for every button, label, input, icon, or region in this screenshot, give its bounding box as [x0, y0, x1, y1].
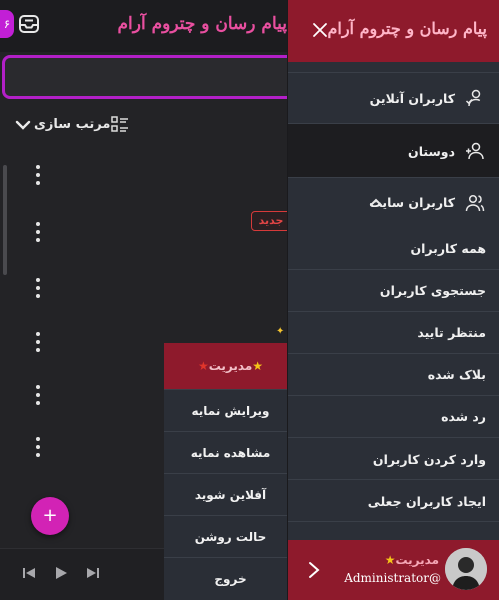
- menu-item-label: مدیریت: [208, 359, 253, 373]
- nav-label: ایجاد کاربران جعلی: [367, 494, 486, 509]
- avatar[interactable]: [445, 548, 487, 590]
- navigation-drawer: پیام رسان و چتروم آرام کاربران آنلاین دو…: [287, 0, 499, 600]
- user-check-icon: [465, 89, 481, 107]
- nav-subitem-import-users[interactable]: وارد کردن کاربران: [288, 438, 499, 480]
- context-menu: ★مدیریت★ ویرایش نمایه مشاهده نمایه آفلای…: [164, 343, 297, 600]
- chevron-down-icon[interactable]: [14, 116, 32, 134]
- nav-subitem-fake-users[interactable]: ایجاد کاربران جعلی: [288, 480, 499, 522]
- nav-label: رد شده: [441, 409, 486, 424]
- nav-label: دوستان: [408, 144, 455, 159]
- add-button[interactable]: +: [31, 497, 69, 535]
- more-vertical-icon[interactable]: [35, 222, 41, 244]
- more-vertical-icon[interactable]: [35, 278, 41, 300]
- play-icon[interactable]: [54, 566, 68, 580]
- star-icon: ★: [252, 359, 264, 373]
- nav-subitem-search-users[interactable]: جستجوی کاربران: [288, 270, 499, 312]
- notification-badge[interactable]: ۶: [0, 10, 14, 38]
- skip-back-icon[interactable]: [22, 566, 36, 580]
- nav-label: وارد کردن کاربران: [372, 452, 486, 467]
- star-icon: ★: [384, 553, 396, 567]
- user-plus-icon: [466, 142, 484, 160]
- menu-item-go-offline[interactable]: آفلاین شوید: [164, 474, 297, 516]
- more-vertical-icon[interactable]: [35, 437, 41, 459]
- nav-label: جستجوی کاربران: [379, 283, 486, 298]
- sort-label[interactable]: مرتب سازی: [34, 117, 110, 132]
- user-role: ★مدیریت: [385, 553, 439, 567]
- username: Administrator@: [344, 571, 441, 585]
- menu-item-edit-profile[interactable]: ویرایش نمایه: [164, 390, 297, 432]
- user-role-label: مدیریت: [395, 553, 439, 567]
- avatar-image: [445, 548, 487, 590]
- search-bar[interactable]: [2, 55, 332, 99]
- star-icon: ★: [197, 359, 209, 373]
- skip-forward-icon[interactable]: [86, 566, 100, 580]
- nav-label: کاربران آنلاین: [369, 91, 455, 106]
- menu-item-logout[interactable]: خروج: [164, 558, 297, 600]
- nav-subitem-blocked[interactable]: بلاک شده: [288, 354, 499, 396]
- nav-subitem-rejected[interactable]: رد شده: [288, 396, 499, 438]
- new-badge: جدید: [251, 211, 291, 231]
- nav-label: بلاک شده: [427, 367, 486, 382]
- close-icon[interactable]: [312, 22, 328, 38]
- more-vertical-icon[interactable]: [35, 332, 41, 354]
- menu-item-admin[interactable]: ★مدیریت★: [164, 343, 297, 390]
- chevron-up-icon[interactable]: [369, 195, 383, 209]
- drawer-title: پیام رسان و چتروم آرام: [327, 19, 487, 38]
- nav-subitem-all-users[interactable]: همه کاربران: [288, 228, 499, 270]
- more-vertical-icon[interactable]: [35, 385, 41, 407]
- inbox-icon[interactable]: [17, 12, 41, 36]
- nav-label: همه کاربران: [410, 241, 486, 256]
- list-icon[interactable]: [110, 115, 130, 135]
- menu-item-light-mode[interactable]: حالت روشن: [164, 516, 297, 558]
- nav-label: منتظر تایید: [417, 325, 486, 340]
- app-title: پیام رسان و چتروم آرام: [117, 14, 287, 34]
- menu-item-view-profile[interactable]: مشاهده نمایه: [164, 432, 297, 474]
- nav-subitem-pending[interactable]: منتظر تایید: [288, 312, 499, 354]
- more-vertical-icon[interactable]: [35, 165, 41, 187]
- users-icon: [465, 194, 485, 212]
- scrollbar[interactable]: [3, 165, 7, 275]
- sparkle-icon: ✦: [276, 326, 285, 337]
- chevron-right-icon[interactable]: [306, 561, 322, 579]
